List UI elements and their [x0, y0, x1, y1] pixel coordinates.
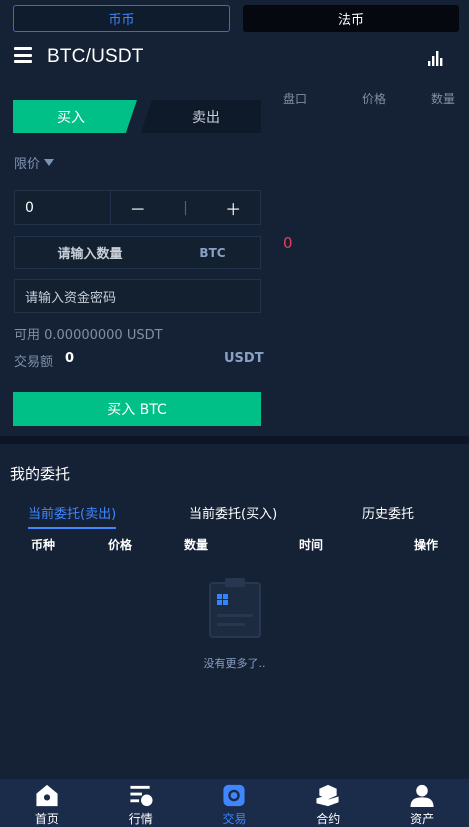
tab-fiat[interactable]: 法币 — [243, 5, 459, 32]
decrease-button[interactable]: － — [130, 196, 146, 220]
column-coin: 币种 — [31, 538, 56, 552]
assets-icon — [410, 784, 434, 808]
caret-down-icon — [44, 159, 55, 166]
turnover-label: 交易额 — [14, 355, 54, 370]
tabbar-item-home[interactable]: 首页 — [0, 779, 94, 827]
tabbar-label-market: 行情 — [128, 812, 153, 826]
empty-message: 没有更多了.. — [203, 657, 266, 670]
clipboard-icon — [209, 578, 261, 638]
column-amount: 数量 — [184, 538, 209, 552]
buy-submit-button[interactable]: 买入 BTC — [13, 392, 261, 426]
amount-input[interactable]: 请输入数量 — [15, 243, 165, 262]
column-price: 价格 — [108, 538, 133, 552]
fund-password-input[interactable]: 请输入资金密码 — [14, 279, 261, 313]
tab-coin[interactable]: 币币 — [13, 5, 230, 32]
amount-unit: BTC — [199, 245, 226, 260]
turnover-value: 0 — [65, 351, 75, 366]
column-action: 操作 — [414, 538, 439, 552]
tab-current-buy[interactable]: 当前委托(买入) — [189, 503, 277, 522]
tabbar-label-contract: 合约 — [316, 812, 341, 826]
market-icon — [130, 785, 153, 807]
price-stepper: － | ＋ — [111, 196, 260, 220]
home-icon — [36, 784, 58, 807]
tab-current-sell[interactable]: 当前委托(卖出) — [28, 503, 117, 529]
orderbook-header-depth: 盘口 — [283, 92, 308, 106]
pair-title: BTC/USDT — [47, 46, 144, 67]
tabbar-label-assets: 资产 — [410, 812, 435, 826]
price-input[interactable]: 0 — [15, 191, 111, 224]
tabbar-item-trade[interactable]: 交易 — [188, 779, 282, 827]
amount-field[interactable]: 请输入数量 BTC — [14, 236, 261, 269]
tabbar-item-contract[interactable]: 合约 — [281, 779, 375, 827]
order-type-select[interactable]: 限价 — [14, 153, 55, 172]
tabbar-label-trade: 交易 — [222, 812, 247, 826]
orderbook-price: 0 — [283, 234, 293, 252]
column-time: 时间 — [299, 538, 324, 552]
turnover-unit: USDT — [224, 351, 264, 366]
orderbook-header-amount: 数量 — [431, 92, 456, 106]
trade-icon — [223, 784, 246, 807]
tab-history[interactable]: 历史委托 — [362, 503, 414, 522]
section-divider — [0, 436, 469, 444]
orderbook-header-price: 价格 — [362, 92, 387, 106]
contract-icon — [316, 784, 339, 807]
price-field: 0 － | ＋ — [14, 190, 261, 225]
tabbar-label-home: 首页 — [34, 812, 59, 826]
menu-icon[interactable] — [14, 47, 32, 63]
tabbar-item-market[interactable]: 行情 — [94, 779, 188, 827]
tabbar-item-assets[interactable]: 资产 — [375, 779, 469, 827]
buy-tab[interactable]: 买入 — [13, 100, 137, 133]
bottom-tabbar: 首页 行情 交易 合约 资产 — [0, 779, 469, 827]
increase-button[interactable]: ＋ — [225, 196, 241, 220]
order-type-label: 限价 — [14, 157, 41, 172]
orders-title: 我的委托 — [10, 465, 71, 483]
bar-chart-icon[interactable] — [428, 50, 443, 66]
available-balance: 可用 0.00000000 USDT — [14, 328, 163, 343]
stepper-divider: | — [183, 199, 188, 216]
sell-tab[interactable]: 卖出 — [141, 100, 261, 133]
